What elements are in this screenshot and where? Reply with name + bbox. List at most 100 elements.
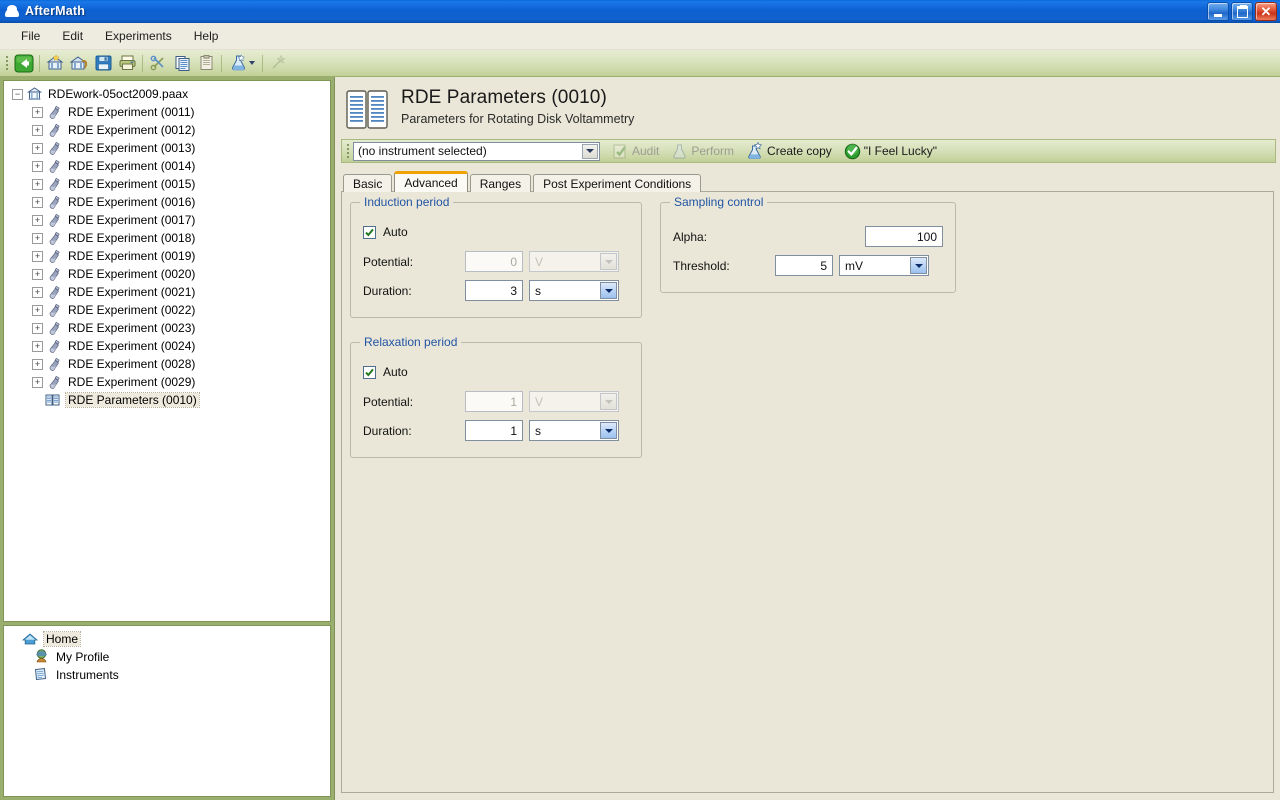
flask-icon [46, 104, 63, 120]
relaxation-auto-row[interactable]: Auto [363, 359, 629, 385]
induction-auto-checkbox[interactable] [363, 225, 376, 239]
sampling-threshold-unit-select[interactable]: mV [839, 255, 929, 276]
tab-ranges[interactable]: Ranges [469, 174, 532, 192]
floppy-save-icon [95, 55, 111, 71]
tab-basic[interactable]: Basic [343, 174, 393, 192]
induction-potential-input: 0 [465, 251, 523, 272]
expand-toggle-icon[interactable]: + [32, 286, 43, 298]
i-feel-lucky-button[interactable]: "I Feel Lucky" [838, 141, 943, 161]
tree-item[interactable]: + RDE Experiment (0019) [4, 247, 330, 265]
tree-item[interactable]: + RDE Experiment (0020) [4, 265, 330, 283]
home-icon [22, 631, 39, 647]
expand-toggle-icon[interactable]: + [32, 214, 43, 226]
tree-item[interactable]: + RDE Experiment (0017) [4, 211, 330, 229]
menu-help[interactable]: Help [183, 26, 230, 46]
tree-item[interactable]: + RDE Experiment (0013) [4, 139, 330, 157]
chevron-down-icon[interactable] [600, 422, 617, 439]
green-check-circle-icon [844, 143, 860, 159]
expand-toggle-icon[interactable]: + [32, 268, 43, 280]
tree-item[interactable]: + RDE Experiment (0016) [4, 193, 330, 211]
tree-item[interactable]: + RDE Experiment (0018) [4, 229, 330, 247]
expand-toggle-icon[interactable]: + [32, 376, 43, 388]
tree-item[interactable]: + RDE Experiment (0023) [4, 319, 330, 337]
open-archive-button[interactable] [67, 52, 91, 74]
actionbar-grip[interactable] [344, 142, 351, 160]
induction-duration-label: Duration: [363, 283, 412, 298]
flask-icon [46, 176, 63, 192]
close-icon[interactable]: ✕ [1255, 2, 1277, 21]
new-archive-button[interactable] [43, 52, 67, 74]
induction-auto-row[interactable]: Auto [363, 219, 629, 245]
tree-item[interactable]: + RDE Experiment (0024) [4, 337, 330, 355]
relaxation-duration-input[interactable]: 1 [465, 420, 523, 441]
tree-item[interactable]: + RDE Experiment (0011) [4, 103, 330, 121]
collapse-toggle-icon[interactable]: − [12, 88, 23, 100]
copy-button[interactable] [170, 52, 194, 74]
toolbar-grip[interactable] [3, 54, 10, 72]
relaxation-duration-unit-select[interactable]: s [529, 420, 619, 441]
restore-icon[interactable] [1231, 2, 1253, 21]
tree-item[interactable]: + RDE Experiment (0014) [4, 157, 330, 175]
expand-toggle-icon[interactable]: + [32, 322, 43, 334]
expand-toggle-icon[interactable]: + [32, 160, 43, 172]
print-button[interactable] [115, 52, 139, 74]
tree-item[interactable]: + RDE Experiment (0021) [4, 283, 330, 301]
nav-item-home[interactable]: Home [4, 630, 330, 648]
menu-experiments[interactable]: Experiments [94, 26, 183, 46]
main-toolbar [0, 50, 1280, 77]
tab-ranges-label: Ranges [479, 176, 522, 191]
expand-toggle-icon[interactable]: + [32, 196, 43, 208]
expand-toggle-icon[interactable]: + [32, 340, 43, 352]
nav-item-my-profile[interactable]: My Profile [4, 648, 330, 666]
back-button[interactable] [12, 52, 36, 74]
tab-post-experiment-conditions[interactable]: Post Experiment Conditions [533, 174, 702, 192]
paste-button[interactable] [194, 52, 218, 74]
instrument-select[interactable]: (no instrument selected) [353, 141, 600, 161]
tree-item[interactable]: + RDE Experiment (0022) [4, 301, 330, 319]
nav-item-instruments[interactable]: Instruments [4, 666, 330, 684]
menu-edit[interactable]: Edit [51, 26, 94, 46]
sampling-control-title: Sampling control [670, 195, 768, 209]
flask-star-icon [232, 54, 245, 71]
flask-icon [46, 140, 63, 156]
cut-button[interactable] [146, 52, 170, 74]
chevron-down-icon[interactable] [249, 61, 255, 65]
tree-item[interactable]: RDE Parameters (0010) [4, 391, 330, 409]
expand-toggle-icon[interactable]: + [32, 106, 43, 118]
menu-file[interactable]: File [10, 26, 51, 46]
chevron-down-icon[interactable] [582, 143, 598, 159]
create-copy-button-label: Create copy [767, 144, 832, 158]
tree-item[interactable]: + RDE Experiment (0012) [4, 121, 330, 139]
expand-toggle-icon[interactable]: + [32, 124, 43, 136]
induction-duration-unit-select[interactable]: s [529, 280, 619, 301]
save-button[interactable] [91, 52, 115, 74]
expand-toggle-icon[interactable]: + [32, 358, 43, 370]
tree-item[interactable]: + RDE Experiment (0029) [4, 373, 330, 391]
flask-icon [46, 212, 63, 228]
sampling-alpha-input[interactable]: 100 [864, 226, 943, 247]
flask-icon [46, 356, 63, 372]
induction-duration-input[interactable]: 3 [465, 280, 523, 301]
chevron-down-icon[interactable] [910, 257, 927, 274]
tree-root-row[interactable]: − RDEwork-05oct2009.paax [4, 85, 330, 103]
sampling-threshold-row: Threshold: 5 mV [673, 251, 943, 280]
relaxation-auto-checkbox[interactable] [363, 365, 376, 379]
expand-toggle-icon[interactable]: + [32, 142, 43, 154]
navigation-tree[interactable]: Home My Profile Instruments [3, 625, 331, 797]
chevron-down-icon[interactable] [600, 282, 617, 299]
tree-item[interactable]: + RDE Experiment (0015) [4, 175, 330, 193]
sampling-threshold-input[interactable]: 5 [775, 255, 833, 276]
expand-toggle-icon[interactable]: + [32, 178, 43, 190]
create-copy-button[interactable]: Create copy [740, 141, 838, 161]
relaxation-period-title: Relaxation period [360, 335, 462, 349]
minimize-icon[interactable] [1207, 2, 1229, 21]
expand-toggle-icon[interactable]: + [32, 304, 43, 316]
archive-tree[interactable]: − RDEwork-05oct2009.paax + RDE Experiment… [3, 80, 331, 622]
tree-item[interactable]: + RDE Experiment (0028) [4, 355, 330, 373]
tab-advanced[interactable]: Advanced [394, 171, 468, 192]
nav-item-my-profile-label: My Profile [56, 650, 110, 664]
audit-button: Audit [606, 141, 665, 161]
expand-toggle-icon[interactable]: + [32, 250, 43, 262]
new-experiment-button[interactable] [225, 52, 259, 74]
expand-toggle-icon[interactable]: + [32, 232, 43, 244]
